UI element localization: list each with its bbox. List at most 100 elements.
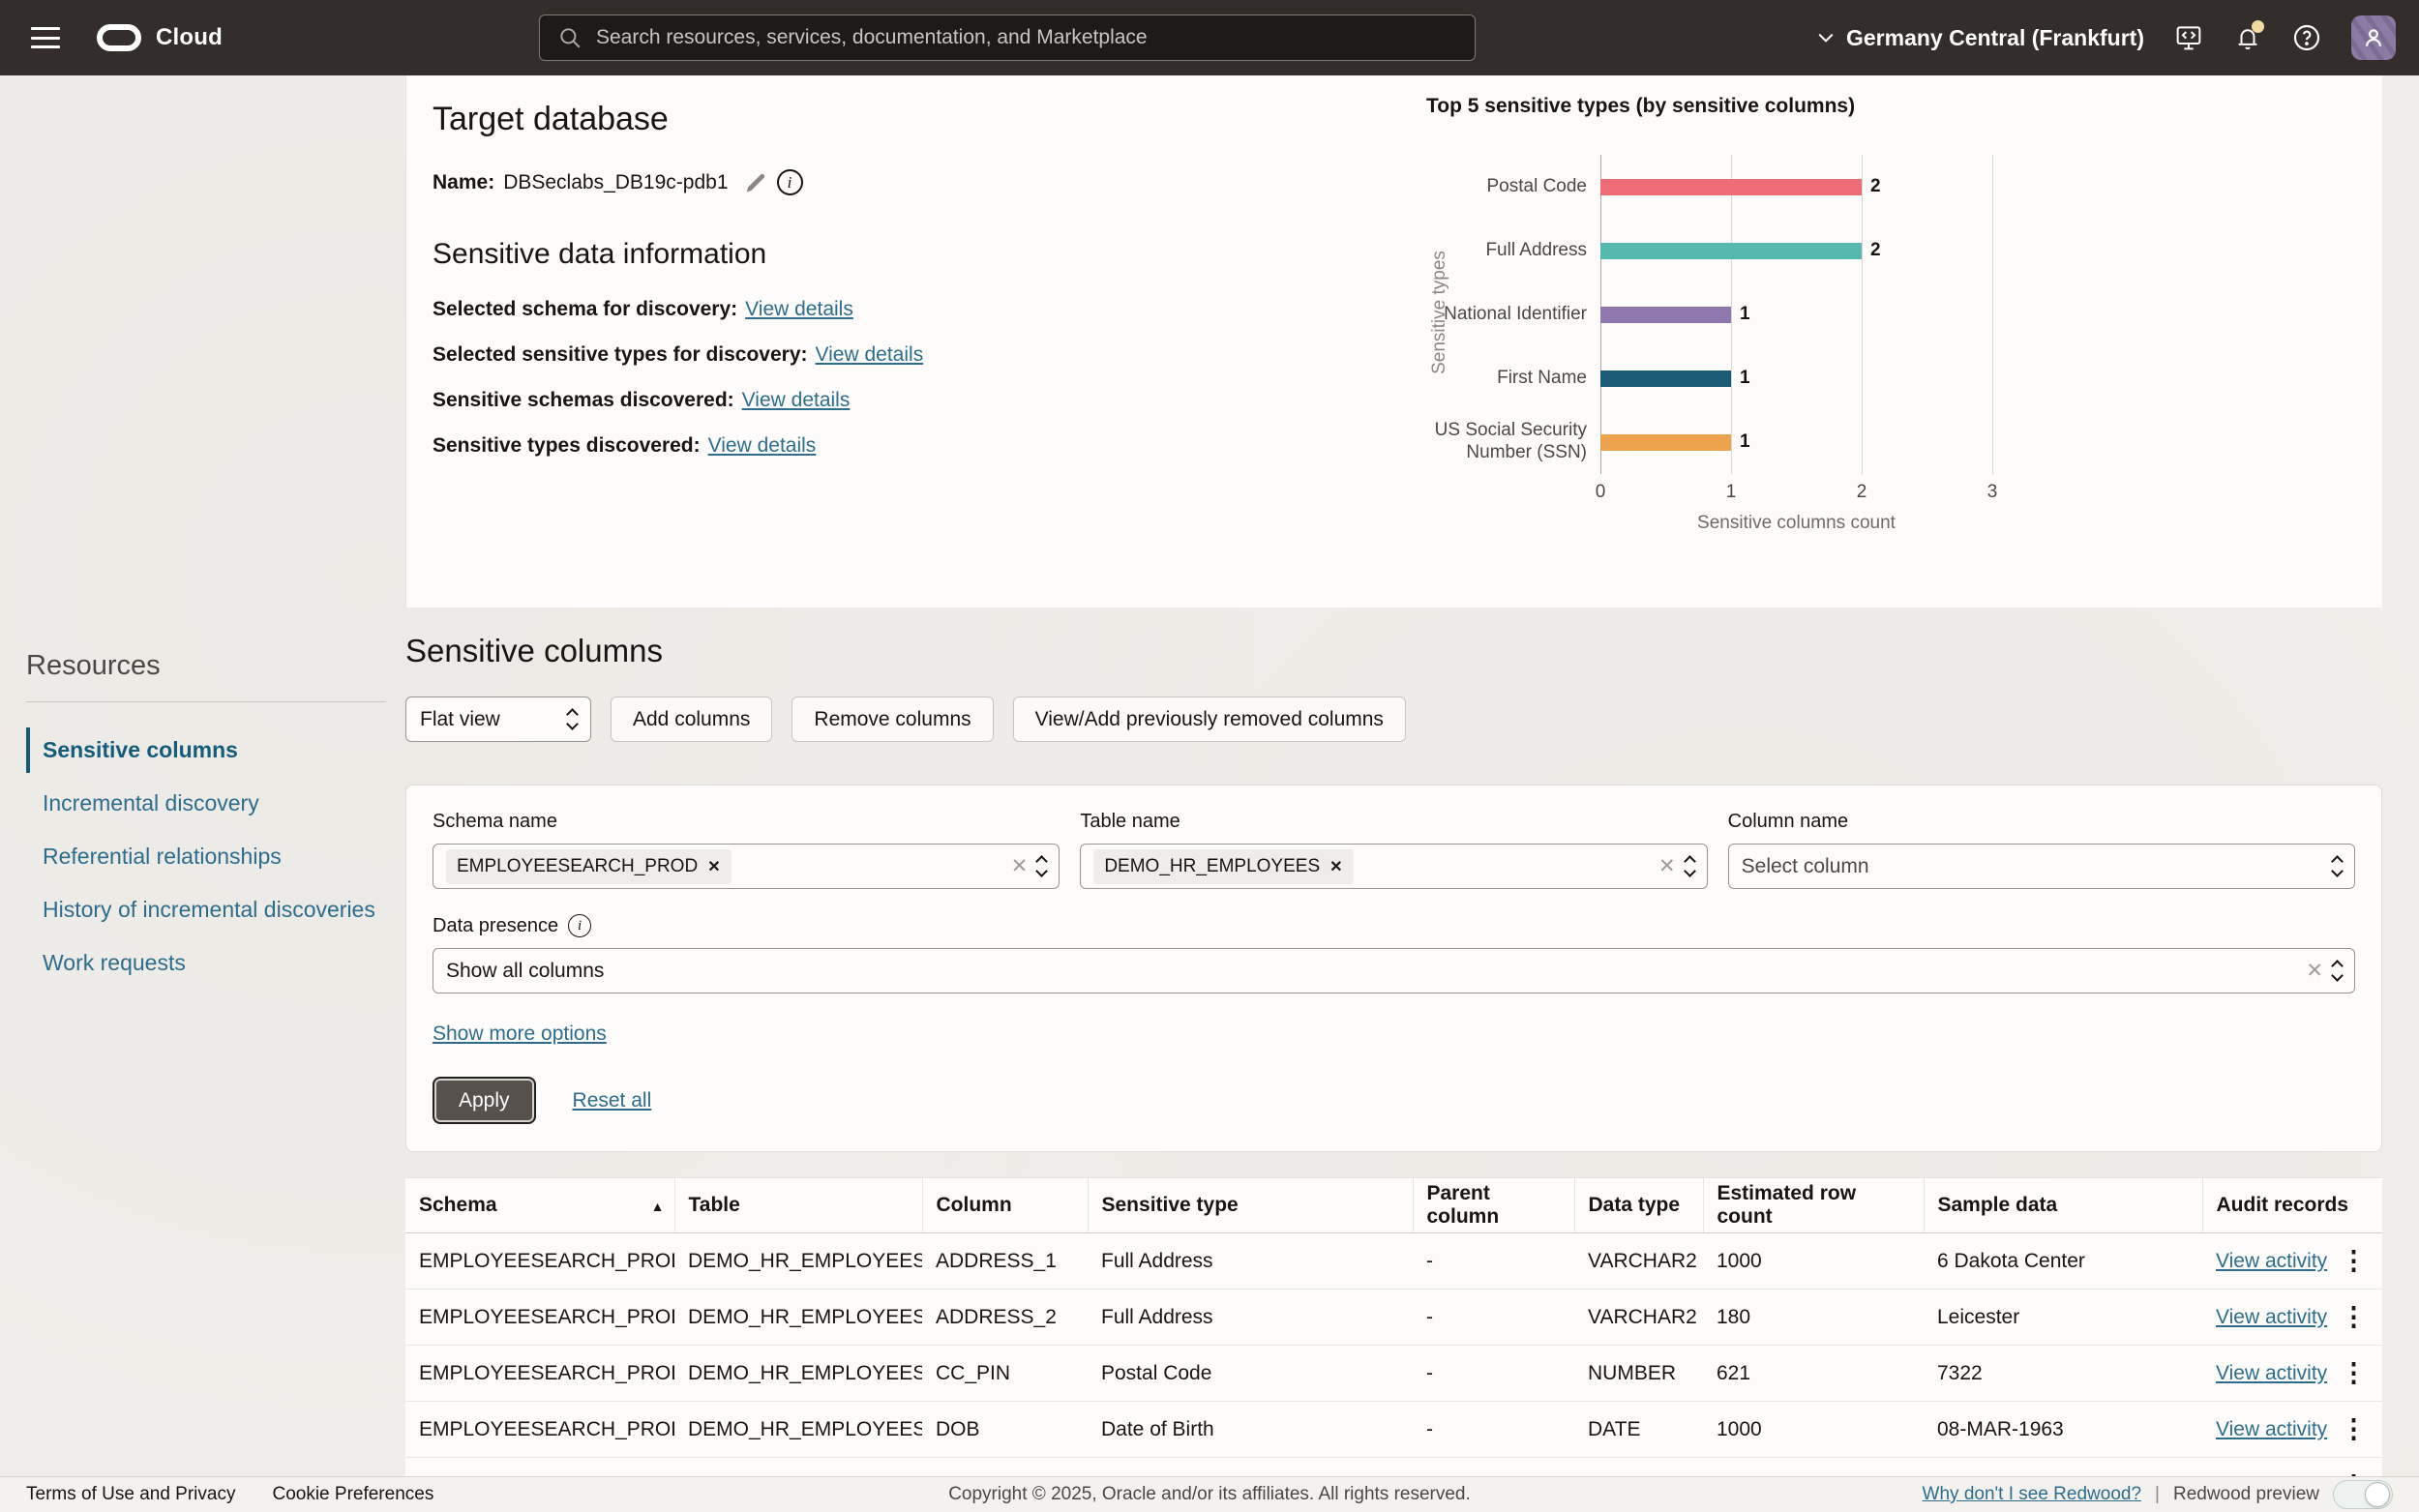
sensitive-data-info-title: Sensitive data information bbox=[433, 238, 923, 271]
main-content: Target database Name: DBSeclabs_DB19c-pd… bbox=[405, 75, 2382, 1512]
help-button[interactable] bbox=[2291, 22, 2322, 53]
sidebar-item-work-requests[interactable]: Work requests bbox=[26, 940, 386, 986]
column-name-combobox[interactable]: Select column bbox=[1728, 844, 2355, 889]
view-mode-select[interactable]: Flat view bbox=[405, 697, 591, 742]
region-selector[interactable]: Germany Central (Frankfurt) bbox=[1817, 25, 2144, 51]
sidebar-item-history-of-incremental-discoveries[interactable]: History of incremental discoveries bbox=[26, 887, 386, 933]
view-activity-link[interactable]: View activity bbox=[2216, 1250, 2327, 1273]
cell-schema: EMPLOYEESEARCH_PROD bbox=[405, 1233, 674, 1290]
show-more-options-link[interactable]: Show more options bbox=[433, 1023, 607, 1046]
cell-sample: 08-MAR-1963 bbox=[1924, 1402, 2202, 1458]
clear-field-icon[interactable]: ✕ bbox=[1011, 854, 1029, 878]
cookie-preferences-link[interactable]: Cookie Preferences bbox=[272, 1484, 433, 1505]
kebab-menu-icon[interactable]: ⋮ bbox=[2335, 1248, 2373, 1274]
cell-parent: - bbox=[1413, 1402, 1574, 1458]
resources-sidebar: Resources Sensitive columnsIncremental d… bbox=[0, 75, 405, 1476]
view-details-link[interactable]: View details bbox=[816, 343, 924, 366]
kebab-menu-icon[interactable]: ⋮ bbox=[2335, 1360, 2373, 1386]
data-presence-value: Show all columns bbox=[446, 960, 604, 983]
chart-bar-value: 2 bbox=[1870, 240, 1881, 261]
search-icon bbox=[557, 25, 582, 50]
view-details-link[interactable]: View details bbox=[745, 298, 853, 320]
view-mode-value: Flat view bbox=[420, 708, 568, 731]
column-header-sensitive-type[interactable]: Sensitive type bbox=[1088, 1178, 1413, 1233]
sort-ascending-icon[interactable]: ▲ bbox=[651, 1199, 665, 1214]
clear-field-icon[interactable]: ✕ bbox=[2306, 959, 2323, 983]
redwood-preview-toggle[interactable] bbox=[2333, 1480, 2393, 1509]
chart-bar bbox=[1600, 179, 1862, 195]
chart-bar bbox=[1600, 307, 1731, 323]
chart-bar-value: 1 bbox=[1740, 431, 1750, 453]
cell-audit: View activity ⋮ bbox=[2202, 1402, 2382, 1458]
target-database-title: Target database bbox=[433, 101, 923, 138]
info-row-label: Sensitive schemas discovered: bbox=[433, 389, 734, 411]
column-header-estimated-row-count[interactable]: Estimated row count bbox=[1703, 1178, 1924, 1233]
column-header-column[interactable]: Column bbox=[922, 1178, 1088, 1233]
person-icon bbox=[2359, 23, 2388, 52]
chip-remove-icon[interactable]: ✕ bbox=[1329, 857, 1342, 876]
combobox-stepper-icon bbox=[2333, 857, 2342, 875]
cell-table: DEMO_HR_EMPLOYEES bbox=[674, 1290, 922, 1346]
cell-schema: EMPLOYEESEARCH_PROD bbox=[405, 1290, 674, 1346]
cell-audit: View activity ⋮ bbox=[2202, 1233, 2382, 1290]
view-activity-link[interactable]: View activity bbox=[2216, 1306, 2327, 1329]
column-header-sample-data[interactable]: Sample data bbox=[1924, 1178, 2202, 1233]
data-presence-info-icon[interactable]: i bbox=[568, 914, 591, 937]
reset-all-link[interactable]: Reset all bbox=[573, 1089, 652, 1112]
hamburger-menu-icon[interactable] bbox=[31, 27, 60, 48]
add-columns-button[interactable]: Add columns bbox=[611, 697, 772, 742]
database-info-icon[interactable]: i bbox=[777, 169, 803, 195]
redwood-help-link[interactable]: Why don't I see Redwood? bbox=[1923, 1484, 2141, 1505]
clear-field-icon[interactable]: ✕ bbox=[1658, 854, 1676, 878]
cloud-shell-button[interactable] bbox=[2173, 22, 2204, 53]
table-row: EMPLOYEESEARCH_PRODDEMO_HR_EMPLOYEESDOBD… bbox=[405, 1402, 2382, 1458]
table-name-label: Table name bbox=[1080, 811, 1707, 833]
topbar-actions: Germany Central (Frankfurt) bbox=[1817, 15, 2396, 60]
column-header-table[interactable]: Table bbox=[674, 1178, 922, 1233]
chip-remove-icon[interactable]: ✕ bbox=[707, 857, 720, 876]
kebab-menu-icon[interactable]: ⋮ bbox=[2335, 1304, 2373, 1330]
column-header-data-type[interactable]: Data type bbox=[1574, 1178, 1703, 1233]
question-circle-icon bbox=[2291, 22, 2322, 53]
redwood-preview-label: Redwood preview bbox=[2173, 1484, 2319, 1505]
filters-panel: Schema name EMPLOYEESEARCH_PROD✕ ✕ Table… bbox=[405, 785, 2382, 1152]
name-label: Name: bbox=[433, 171, 494, 194]
chart-tick-label: 0 bbox=[1596, 482, 1606, 503]
sidebar-item-incremental-discovery[interactable]: Incremental discovery bbox=[26, 781, 386, 826]
kebab-menu-icon[interactable]: ⋮ bbox=[2335, 1416, 2373, 1442]
sensitive-info-row: Sensitive types discovered:View details bbox=[433, 434, 923, 458]
terms-of-use-and-privacy-link[interactable]: Terms of Use and Privacy bbox=[26, 1484, 235, 1505]
view-activity-link[interactable]: View activity bbox=[2216, 1362, 2327, 1385]
view-details-link[interactable]: View details bbox=[708, 434, 817, 457]
sidebar-item-sensitive-columns[interactable]: Sensitive columns bbox=[26, 727, 386, 773]
column-header-schema[interactable]: Schema▲ bbox=[405, 1178, 674, 1233]
global-search-input[interactable]: Search resources, services, documentatio… bbox=[539, 15, 1476, 61]
redwood-preview-controls: Why don't I see Redwood? | Redwood previ… bbox=[1923, 1480, 2393, 1509]
column-header-audit-records[interactable]: Audit records bbox=[2202, 1178, 2382, 1233]
audit-cell: View activity ⋮ bbox=[2216, 1402, 2373, 1457]
view-details-link[interactable]: View details bbox=[742, 389, 851, 411]
sensitive-columns-table: Schema▲TableColumnSensitive type Parent c… bbox=[405, 1177, 2382, 1512]
view-activity-link[interactable]: View activity bbox=[2216, 1418, 2327, 1441]
apply-button[interactable]: Apply bbox=[433, 1077, 536, 1124]
sidebar-list: Sensitive columns Incremental discovery Re… bbox=[26, 727, 386, 986]
schema-name-combobox[interactable]: EMPLOYEESEARCH_PROD✕ ✕ bbox=[433, 844, 1060, 889]
column-header-label: Data type bbox=[1589, 1194, 1681, 1216]
cell-sensitive_type: Date of Birth bbox=[1088, 1402, 1413, 1458]
cell-schema: EMPLOYEESEARCH_PROD bbox=[405, 1346, 674, 1402]
notifications-button[interactable] bbox=[2233, 23, 2262, 52]
view-add-previously-removed-columns-button[interactable]: View/Add previously removed columns bbox=[1013, 697, 1406, 742]
user-menu-button[interactable] bbox=[2351, 15, 2396, 60]
column-header-label: Parent column bbox=[1427, 1182, 1500, 1228]
remove-columns-button[interactable]: Remove columns bbox=[791, 697, 993, 742]
sensitive-info-row: Sensitive schemas discovered: View detail… bbox=[433, 389, 923, 412]
column-header-parent-column[interactable]: Parent column bbox=[1413, 1178, 1574, 1233]
data-presence-select[interactable]: Show all columns ✕ bbox=[433, 948, 2355, 993]
table-chip: DEMO_HR_EMPLOYEES✕ bbox=[1093, 849, 1353, 884]
table-name-combobox[interactable]: DEMO_HR_EMPLOYEES✕ ✕ bbox=[1080, 844, 1707, 889]
chart-bar-row: 2 bbox=[1600, 219, 2123, 282]
oracle-cloud-logo[interactable]: Cloud bbox=[97, 24, 223, 51]
sidebar-item-referential-relationships[interactable]: Referential relationships bbox=[26, 834, 386, 879]
table-row: EMPLOYEESEARCH_PRODDEMO_HR_EMPLOYEESADDR… bbox=[405, 1233, 2382, 1290]
edit-name-button[interactable] bbox=[743, 170, 768, 195]
